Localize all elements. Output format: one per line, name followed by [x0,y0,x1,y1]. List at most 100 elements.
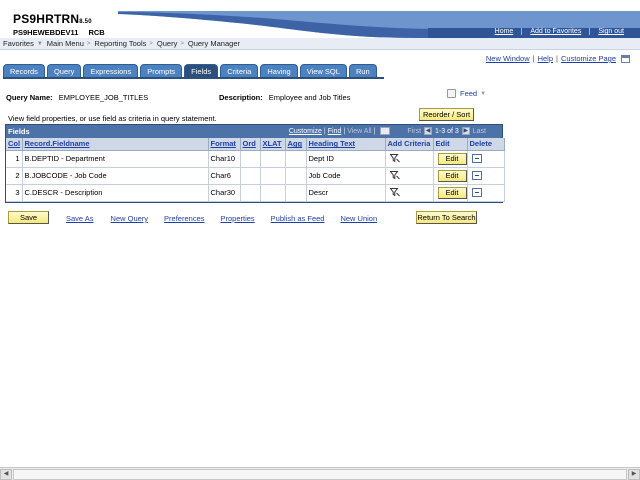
table-row: 2 B.JOBCODE - Job Code Char6 Job Code Ed… [6,167,505,185]
delete-row-icon[interactable] [471,154,482,164]
cell-fieldname: B.DEPTID - Department [22,150,209,168]
col-header-record-fieldname[interactable]: Record.Fieldname [22,138,209,151]
cell-format: Char10 [208,150,241,168]
scrollbar-thumb[interactable] [13,469,627,480]
divider: | [323,127,326,135]
col-header-delete: Delete [467,138,505,151]
table-header-row: Col Record.Fieldname Format Ord XLAT Agg… [6,138,505,151]
tab-bar: Records Query Expressions Prompts Fields… [3,64,377,77]
cell-agg [285,150,307,168]
cell-fieldname: B.JOBCODE - Job Code [22,167,209,185]
chevron-right-icon: > [180,40,184,47]
customize-page-link[interactable]: Customize Page [561,54,616,63]
divider: | [556,54,558,63]
tab-prompts[interactable]: Prompts [140,64,183,77]
last-link[interactable]: Last [473,128,486,135]
tab-having[interactable]: Having [260,64,298,77]
cell-edit: Edit [433,184,468,202]
return-to-search-button[interactable]: Return To Search [416,211,477,224]
menu-main-menu-label: Main Menu [46,39,84,48]
table-row: 3 C.DESCR - Description Char30 Descr Edi… [6,184,505,202]
view-all-link[interactable]: View All [347,128,371,135]
cell-ord [240,184,261,202]
menu-favorites[interactable]: Favorites ▼ [3,39,47,48]
filter-icon[interactable] [389,154,400,163]
publish-as-feed-link[interactable]: Publish as Feed [271,214,325,223]
filter-icon[interactable] [389,171,400,180]
cell-heading-text: Job Code [306,167,386,185]
delete-row-icon[interactable] [471,188,482,198]
chevron-down-icon: ▼ [480,90,487,97]
horizontal-scrollbar[interactable]: ◀ ▶ [0,467,640,480]
feed-icon [447,89,456,98]
sign-out-link[interactable]: Sign out [589,28,632,35]
properties-link[interactable]: Properties [220,214,254,223]
tab-criteria[interactable]: Criteria [220,64,259,77]
tab-run[interactable]: Run [348,64,377,77]
home-link[interactable]: Home [487,28,522,35]
menu-main-menu[interactable]: Main Menu > [47,39,95,48]
customize-link[interactable]: Customize [289,128,322,135]
query-name-label: Query Name: [6,93,53,102]
first-link[interactable]: First [407,128,421,135]
cell-xlat [260,167,286,185]
next-icon[interactable]: ▶ [461,127,470,135]
preferences-link[interactable]: Preferences [164,214,204,223]
col-header-edit: Edit [433,138,468,151]
tab-query[interactable]: Query [46,64,82,77]
tab-records[interactable]: Records [3,64,45,77]
previous-icon[interactable]: ◀ [424,127,433,135]
grid-navigation: Customize | Find | View All | First ◀ 1-… [289,127,486,135]
tab-fields[interactable]: Fields [184,64,219,77]
edit-button[interactable]: Edit [437,169,466,182]
breadcrumb: Favorites ▼ Main Menu > Reporting Tools > Q… [0,38,640,50]
tab-underline [3,77,384,79]
cell-fieldname: C.DESCR - Description [22,184,209,202]
cell-col: 3 [6,184,23,202]
filter-icon[interactable] [389,188,400,197]
delete-row-icon[interactable] [471,171,482,181]
help-link[interactable]: Help [538,54,553,63]
col-header-format[interactable]: Format [208,138,241,151]
utility-links: New Window | Help | Customize Page [486,54,630,63]
cell-add-criteria [385,184,434,202]
database-info: PS9HEWEBDEV11 RCB [13,28,105,37]
col-header-agg[interactable]: Agg [285,138,307,151]
scroll-right-icon[interactable]: ▶ [628,469,640,480]
save-as-link[interactable]: Save As [66,214,94,223]
new-query-link[interactable]: New Query [111,214,149,223]
col-header-xlat[interactable]: XLAT [260,138,286,151]
download-icon[interactable] [380,127,391,135]
menu-query-manager[interactable]: Query Manager [188,39,240,48]
instructions-text: View field properties, or use field as c… [8,114,217,123]
menu-reporting-tools[interactable]: Reporting Tools > [94,39,157,48]
cell-xlat [260,184,286,202]
feed-menu[interactable]: Feed ▼ [447,89,486,98]
new-window-link[interactable]: New Window [486,54,530,63]
new-union-link[interactable]: New Union [340,214,377,223]
edit-button[interactable]: Edit [437,152,466,165]
find-link[interactable]: Find [328,128,342,135]
col-header-heading-text[interactable]: Heading Text [306,138,386,151]
reorder-sort-button[interactable]: Reorder / Sort [419,108,474,121]
add-to-favorites-link[interactable]: Add to Favorites [521,28,589,35]
query-description: Description: Employee and Job Titles [219,93,350,102]
tab-expressions[interactable]: Expressions [83,64,139,77]
scroll-left-icon[interactable]: ◀ [0,469,12,480]
cell-delete [467,150,505,168]
menu-query[interactable]: Query > [157,39,188,48]
tab-view-sql[interactable]: View SQL [299,64,347,77]
chevron-right-icon: > [149,40,153,47]
col-header-ord[interactable]: Ord [240,138,261,151]
save-button[interactable]: Save [8,211,49,224]
col-header-col[interactable]: Col [6,138,23,151]
cell-ord [240,167,261,185]
environment-name: PS9HRTRN [13,12,80,26]
divider: | [373,127,376,135]
http-window-icon[interactable] [621,54,630,63]
page-header: PS9HRTRN8.50 PS9HEWEBDEV11 RCB Home Add t… [0,0,640,38]
cell-agg [285,167,307,185]
action-links: Save As New Query Preferences Properties… [66,214,393,223]
edit-button[interactable]: Edit [437,186,466,199]
query-description-value: Employee and Job Titles [268,93,351,102]
